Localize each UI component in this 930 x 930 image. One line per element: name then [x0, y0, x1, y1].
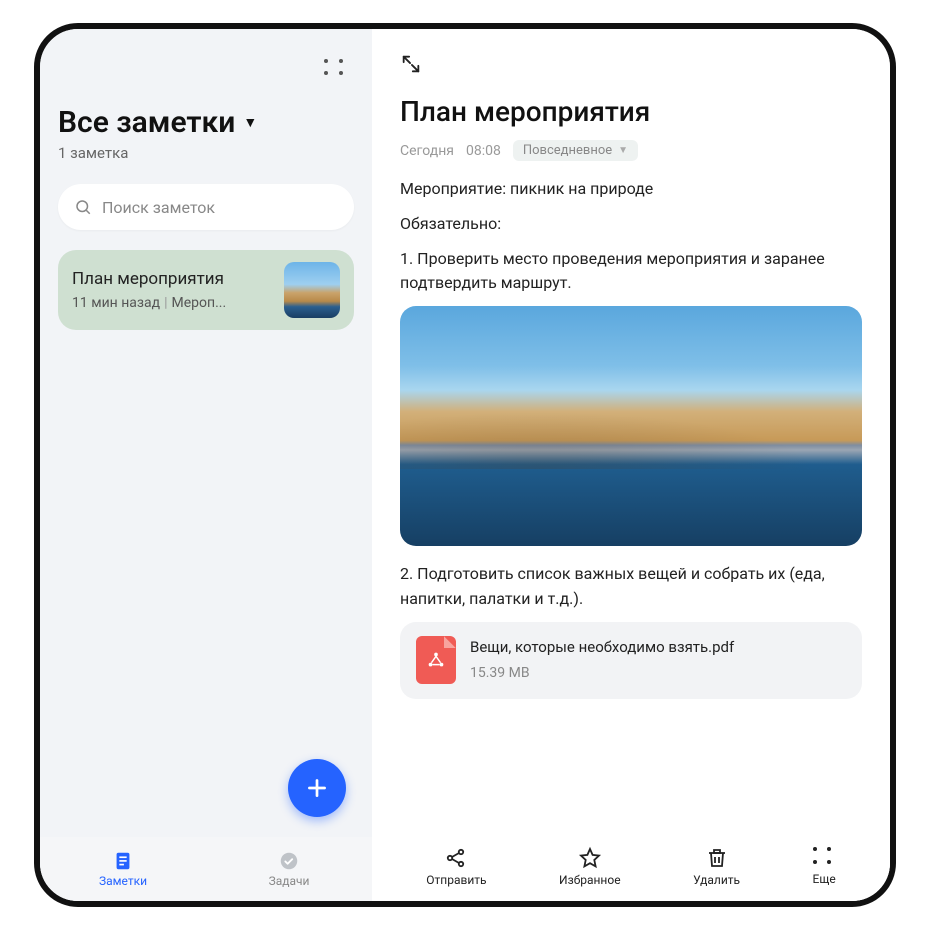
plus-icon — [304, 775, 330, 801]
favorite-label: Избранное — [559, 873, 621, 887]
note-action-bar: Отправить Избранное Удалить Еще — [372, 831, 890, 901]
note-count-label: 1 заметка — [58, 144, 354, 162]
folder-selector[interactable]: Все заметки ▼ — [58, 105, 354, 140]
more-button[interactable]: Еще — [813, 847, 836, 886]
chevron-down-icon: ▼ — [243, 114, 257, 131]
body-line: Обязательно: — [400, 212, 862, 237]
star-icon — [578, 846, 602, 870]
favorite-button[interactable]: Избранное — [559, 846, 621, 887]
note-item-subtitle: 11 мин назад|Мероп... — [72, 295, 272, 311]
note-body[interactable]: Мероприятие: пикник на природе Обязатель… — [400, 177, 862, 699]
nav-label-tasks: Задачи — [269, 874, 310, 888]
category-chip[interactable]: Повседневное ▼ — [513, 140, 638, 161]
tasks-icon — [278, 850, 300, 872]
delete-button[interactable]: Удалить — [693, 846, 740, 887]
delete-label: Удалить — [693, 873, 740, 887]
note-title: План мероприятия — [400, 95, 862, 128]
nav-label-notes: Заметки — [99, 874, 147, 888]
bottom-nav: Заметки Задачи — [40, 837, 372, 901]
note-time: 08:08 — [466, 143, 501, 159]
more-label: Еще — [813, 872, 836, 886]
note-date: Сегодня — [400, 143, 454, 159]
device-frame: Все заметки ▼ 1 заметка Поиск заметок Пл… — [34, 23, 896, 907]
chevron-down-icon: ▼ — [618, 145, 628, 156]
notes-icon — [112, 850, 134, 872]
drag-handle-icon[interactable] — [324, 59, 348, 77]
attachment-card[interactable]: Вещи, которые необходимо взять.pdf 15.39… — [400, 622, 862, 699]
embedded-image[interactable] — [400, 306, 862, 546]
body-line: 1. Проверить место проведения мероприяти… — [400, 247, 862, 297]
search-input[interactable]: Поиск заметок — [58, 184, 354, 230]
nav-tab-tasks[interactable]: Задачи — [206, 837, 372, 901]
note-list-item[interactable]: План мероприятия 11 мин назад|Мероп... — [58, 250, 354, 330]
new-note-button[interactable] — [288, 759, 346, 817]
nav-tab-notes[interactable]: Заметки — [40, 837, 206, 901]
send-label: Отправить — [426, 873, 486, 887]
body-line: 2. Подготовить список важных вещей и соб… — [400, 562, 862, 612]
expand-icon — [400, 53, 422, 75]
search-placeholder: Поиск заметок — [102, 198, 215, 217]
share-icon — [444, 846, 468, 870]
pdf-icon — [416, 636, 456, 684]
note-detail-pane: План мероприятия Сегодня 08:08 Повседнев… — [372, 29, 890, 901]
attachment-size: 15.39 MB — [470, 663, 734, 685]
folder-title: Все заметки — [58, 105, 235, 140]
body-line: Мероприятие: пикник на природе — [400, 177, 862, 202]
search-icon — [74, 198, 92, 216]
attachment-name: Вещи, которые необходимо взять.pdf — [470, 636, 734, 659]
more-icon — [813, 847, 835, 869]
trash-icon — [705, 846, 729, 870]
category-label: Повседневное — [523, 143, 612, 158]
note-item-title: План мероприятия — [72, 269, 272, 289]
notes-list-pane: Все заметки ▼ 1 заметка Поиск заметок Пл… — [40, 29, 372, 901]
note-thumbnail — [284, 262, 340, 318]
expand-button[interactable] — [400, 53, 862, 79]
send-button[interactable]: Отправить — [426, 846, 486, 887]
